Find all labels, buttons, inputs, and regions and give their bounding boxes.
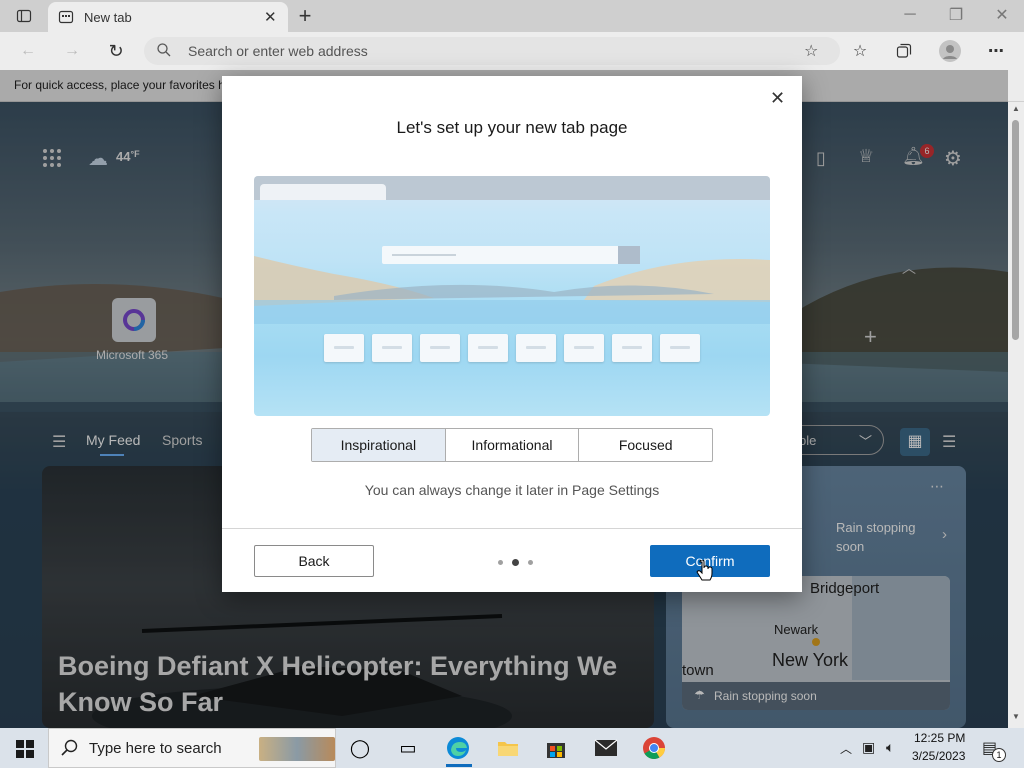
step-dot [528, 560, 533, 565]
tab-new-tab[interactable]: New tab ✕ [48, 2, 288, 32]
search-icon [61, 739, 79, 762]
scroll-down-icon[interactable]: ▼ [1012, 712, 1020, 721]
chrome-icon[interactable] [642, 736, 666, 760]
more-options-icon[interactable]: ⋯ [984, 40, 1008, 62]
add-favorite-icon[interactable]: ☆ [804, 41, 818, 61]
windows-start-icon[interactable] [16, 740, 34, 758]
address-bar[interactable]: Search or enter web address ☆ [144, 37, 840, 65]
close-tab-icon[interactable]: ✕ [264, 8, 277, 26]
step-dot [498, 560, 503, 565]
preview-landscape [254, 256, 770, 324]
taskbar-search-box[interactable]: Type here to search [48, 728, 336, 768]
preview-tile [468, 334, 508, 362]
option-focused[interactable]: Focused [579, 429, 712, 461]
hand-cursor-icon [696, 559, 714, 589]
collections-icon[interactable] [892, 40, 916, 62]
step-dot-current [512, 559, 519, 566]
back-arrow-icon[interactable]: ← [16, 40, 40, 62]
file-explorer-icon[interactable] [496, 736, 520, 760]
scroll-up-icon[interactable]: ▲ [1012, 104, 1020, 113]
network-icon[interactable]: ▣ [862, 739, 875, 756]
new-tab-button[interactable]: + [294, 3, 316, 28]
preview-tile [660, 334, 700, 362]
edge-active-indicator [446, 764, 472, 767]
option-informational[interactable]: Informational [446, 429, 580, 461]
preview-tile [516, 334, 556, 362]
search-icon [156, 42, 172, 63]
dialog-hint: You can always change it later in Page S… [364, 482, 660, 498]
setup-dialog: ✕ Let's set up your new tab page Inspira… [222, 76, 802, 592]
preview-tile [612, 334, 652, 362]
newtab-icon [58, 9, 74, 25]
action-center-badge: 1 [992, 748, 1006, 762]
preview-tile [324, 334, 364, 362]
dialog-title: Let's set up your new tab page [396, 118, 628, 137]
microsoft-store-icon[interactable] [544, 736, 568, 760]
preview-tile [372, 334, 412, 362]
address-input[interactable]: Search or enter web address [188, 43, 368, 59]
tab-title: New tab [84, 10, 132, 25]
mail-icon[interactable] [594, 736, 618, 760]
tab-actions-icon[interactable] [14, 6, 34, 26]
close-dialog-icon[interactable]: ✕ [770, 88, 785, 109]
forward-arrow-icon[interactable]: → [60, 40, 84, 62]
favorites-icon[interactable]: ☆ [848, 40, 872, 62]
scrollbar-thumb[interactable] [1012, 120, 1019, 340]
preview-tile [420, 334, 460, 362]
volume-icon[interactable]: 🔈︎ [886, 739, 894, 756]
search-highlight-image [259, 737, 335, 761]
option-inspirational[interactable]: Inspirational [312, 429, 446, 461]
cortana-icon[interactable]: ◯ [348, 736, 372, 760]
task-view-icon[interactable]: ▭ [396, 736, 420, 760]
layout-option-group: Inspirational Informational Focused [311, 428, 713, 462]
refresh-icon[interactable]: ↻ [104, 40, 128, 62]
layout-preview-illustration [254, 176, 770, 416]
profile-avatar-icon[interactable] [938, 39, 962, 63]
close-window-button[interactable]: ✕ [990, 4, 1014, 26]
restore-button[interactable]: ❐ [944, 4, 968, 26]
edge-browser-icon[interactable] [446, 736, 470, 760]
dialog-divider [222, 528, 802, 529]
clock-time[interactable]: 12:25 PM [914, 731, 965, 745]
minimize-button[interactable]: ─ [898, 4, 922, 26]
show-hidden-icons-icon[interactable]: ︿ [840, 740, 852, 757]
clock-date[interactable]: 3/25/2023 [912, 749, 965, 763]
preview-tile [564, 334, 604, 362]
back-button[interactable]: Back [254, 545, 374, 577]
taskbar-search-input[interactable]: Type here to search [89, 740, 222, 757]
step-indicator [498, 559, 538, 567]
